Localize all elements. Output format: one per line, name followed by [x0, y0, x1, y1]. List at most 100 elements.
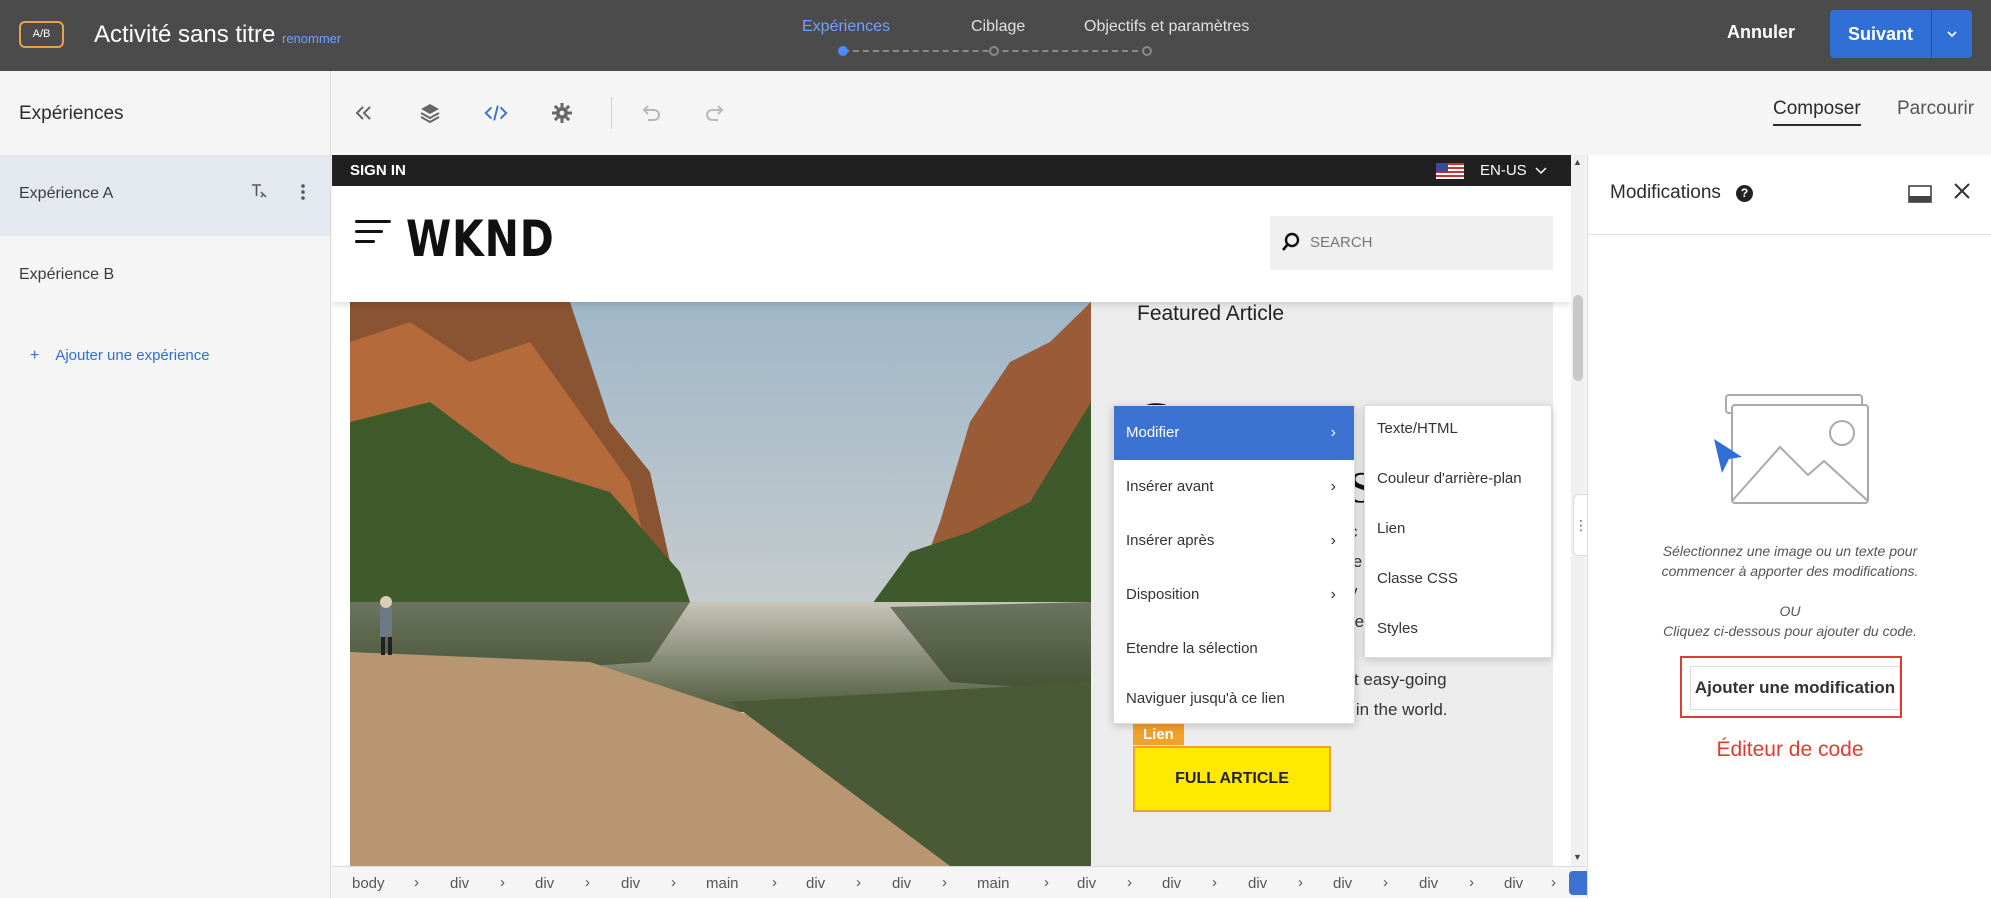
layers-icon[interactable] [418, 101, 442, 125]
breadcrumb-item[interactable]: div [1419, 875, 1438, 892]
article-hero-image[interactable] [350, 302, 1091, 866]
chevron-right-icon: › [1330, 478, 1336, 495]
breadcrumb-item[interactable]: div [806, 875, 825, 892]
breadcrumb-item[interactable]: body [352, 875, 385, 892]
panel-title: Modifications [1610, 182, 1721, 203]
rename-link[interactable]: renommer [282, 31, 341, 46]
close-icon[interactable] [1953, 179, 1971, 207]
menu-item-label: Insérer après [1126, 532, 1215, 549]
language-selector[interactable]: EN-US [1480, 162, 1547, 179]
empty-state-hint: commencer à apporter des modifications. [1661, 563, 1919, 579]
site-search-input[interactable]: SEARCH [1270, 216, 1553, 270]
full-article-button[interactable]: FULL ARTICLE [1133, 746, 1331, 812]
activity-title: Activité sans titre [94, 21, 276, 48]
add-experience-label: Ajouter une expérience [55, 347, 210, 364]
breadcrumb-item[interactable]: main [977, 875, 1010, 892]
site-utility-bar: SIGN IN EN-US [332, 155, 1571, 186]
cancel-button[interactable]: Annuler [1727, 22, 1795, 43]
rename-text-icon[interactable] [250, 183, 268, 204]
breadcrumb-separator-icon: › [414, 874, 419, 891]
menu-item-layout[interactable]: Disposition › [1114, 568, 1354, 622]
chevron-right-icon: › [1330, 424, 1336, 441]
scroll-up-icon[interactable]: ▲ [1573, 157, 1582, 167]
menu-item-expand-selection[interactable]: Etendre la sélection [1114, 622, 1354, 676]
breadcrumb-separator-icon: › [1383, 874, 1388, 891]
submenu-item-text-html[interactable]: Texte/HTML [1377, 420, 1458, 437]
hamburger-menu-icon[interactable] [355, 220, 391, 250]
menu-item-label: Modifier [1126, 424, 1180, 441]
breadcrumb-item[interactable]: div [1504, 875, 1523, 892]
chevron-right-icon: › [1330, 532, 1336, 549]
breadcrumb-separator-icon: › [856, 874, 861, 891]
breadcrumb-separator-icon: › [1044, 874, 1049, 891]
top-bar: A/B Activité sans titre renommer Expérie… [0, 0, 1991, 71]
undo-icon[interactable] [638, 101, 662, 125]
breadcrumb-item[interactable]: div [1077, 875, 1096, 892]
code-editor-annotation: Éditeur de code [1716, 738, 1864, 761]
breadcrumb-item[interactable]: div [450, 875, 469, 892]
breadcrumb-separator-icon: › [772, 874, 777, 891]
dock-panel-icon[interactable] [1908, 185, 1932, 208]
breadcrumb-item[interactable]: div [1162, 875, 1181, 892]
experience-label: Expérience B [19, 266, 115, 283]
menu-item-insert-after[interactable]: Insérer après › [1114, 514, 1354, 568]
step-goals-settings[interactable]: Objectifs et paramètres [1084, 18, 1249, 36]
menu-item-navigate-to-link[interactable]: Naviguer jusqu'à ce lien [1114, 672, 1354, 726]
step-dot-targeting[interactable] [989, 46, 999, 56]
scrollbar-thumb[interactable] [1573, 295, 1583, 381]
empty-state-hint: Sélectionnez une image ou un texte pour [1662, 543, 1918, 559]
menu-item-label: Disposition [1126, 586, 1200, 603]
breadcrumb-item[interactable]: div [1333, 875, 1352, 892]
submenu-item-link[interactable]: Lien [1377, 520, 1405, 537]
add-experience-link[interactable]: + Ajouter une expérience [30, 347, 210, 365]
breadcrumb-item[interactable]: div [535, 875, 554, 892]
next-button[interactable]: Suivant [1830, 10, 1931, 58]
add-modification-highlight: Ajouter une modification [1680, 656, 1902, 718]
breadcrumb-separator-icon: › [1551, 874, 1556, 891]
sidebar-item-experience-a[interactable]: Expérience A [0, 155, 330, 236]
collapse-icon[interactable] [352, 101, 376, 125]
menu-item-insert-before[interactable]: Insérer avant › [1114, 460, 1354, 514]
chevron-right-icon: › [1330, 586, 1336, 603]
step-dot-goals[interactable] [1142, 46, 1152, 56]
breadcrumb-separator-icon: › [1298, 874, 1303, 891]
compose-mode-tab[interactable]: Composer [1773, 98, 1861, 126]
browse-mode-tab[interactable]: Parcourir [1897, 98, 1974, 120]
panel-resize-handle-icon[interactable]: ⋮ [1573, 494, 1588, 556]
empty-state-image-icon [1712, 389, 1872, 514]
redo-icon[interactable] [704, 101, 728, 125]
menu-item-modify[interactable]: Modifier › [1114, 406, 1354, 460]
panel-header: Modifications ? [1588, 155, 1991, 235]
step-dot-experiences[interactable] [838, 46, 848, 56]
settings-gear-icon[interactable] [550, 101, 574, 125]
step-targeting[interactable]: Ciblage [971, 18, 1025, 36]
submenu-item-css-class[interactable]: Classe CSS [1377, 570, 1458, 587]
more-options-icon[interactable] [300, 183, 306, 206]
menu-item-label: Insérer avant [1126, 478, 1214, 495]
submenu-item-background-color[interactable]: Couleur d'arrière-plan [1377, 470, 1522, 487]
next-options-chevron-icon[interactable] [1932, 10, 1972, 58]
element-type-tag: Lien [1133, 724, 1184, 745]
step-experiences[interactable]: Expériences [802, 18, 890, 36]
plus-icon: + [30, 347, 40, 364]
breadcrumb-item[interactable]: main [706, 875, 739, 892]
breadcrumb-item[interactable]: div [892, 875, 911, 892]
breadcrumb-separator-icon: › [671, 874, 676, 891]
add-modification-button[interactable]: Ajouter une modification [1690, 666, 1900, 710]
breadcrumb-item[interactable]: div [621, 875, 640, 892]
sidebar-item-experience-b[interactable]: Expérience B [0, 236, 330, 317]
submenu-item-styles[interactable]: Styles [1377, 620, 1418, 637]
menu-item-label: Naviguer jusqu'à ce lien [1126, 690, 1285, 707]
breadcrumb-item[interactable]: div [1248, 875, 1267, 892]
featured-article-heading[interactable]: Featured Article [1137, 302, 1284, 326]
sign-in-link[interactable]: SIGN IN [350, 162, 406, 179]
sidebar-title: Expériences [19, 103, 124, 124]
scroll-down-icon[interactable]: ▼ [1573, 852, 1582, 862]
wknd-logo[interactable]: WKND [406, 210, 555, 268]
search-placeholder: SEARCH [1310, 234, 1373, 251]
code-icon[interactable] [484, 101, 508, 125]
experience-label: Expérience A [19, 185, 114, 202]
breadcrumb-separator-icon: › [1469, 874, 1474, 891]
help-icon[interactable]: ? [1736, 185, 1753, 202]
ab-activity-badge: A/B [19, 21, 64, 48]
